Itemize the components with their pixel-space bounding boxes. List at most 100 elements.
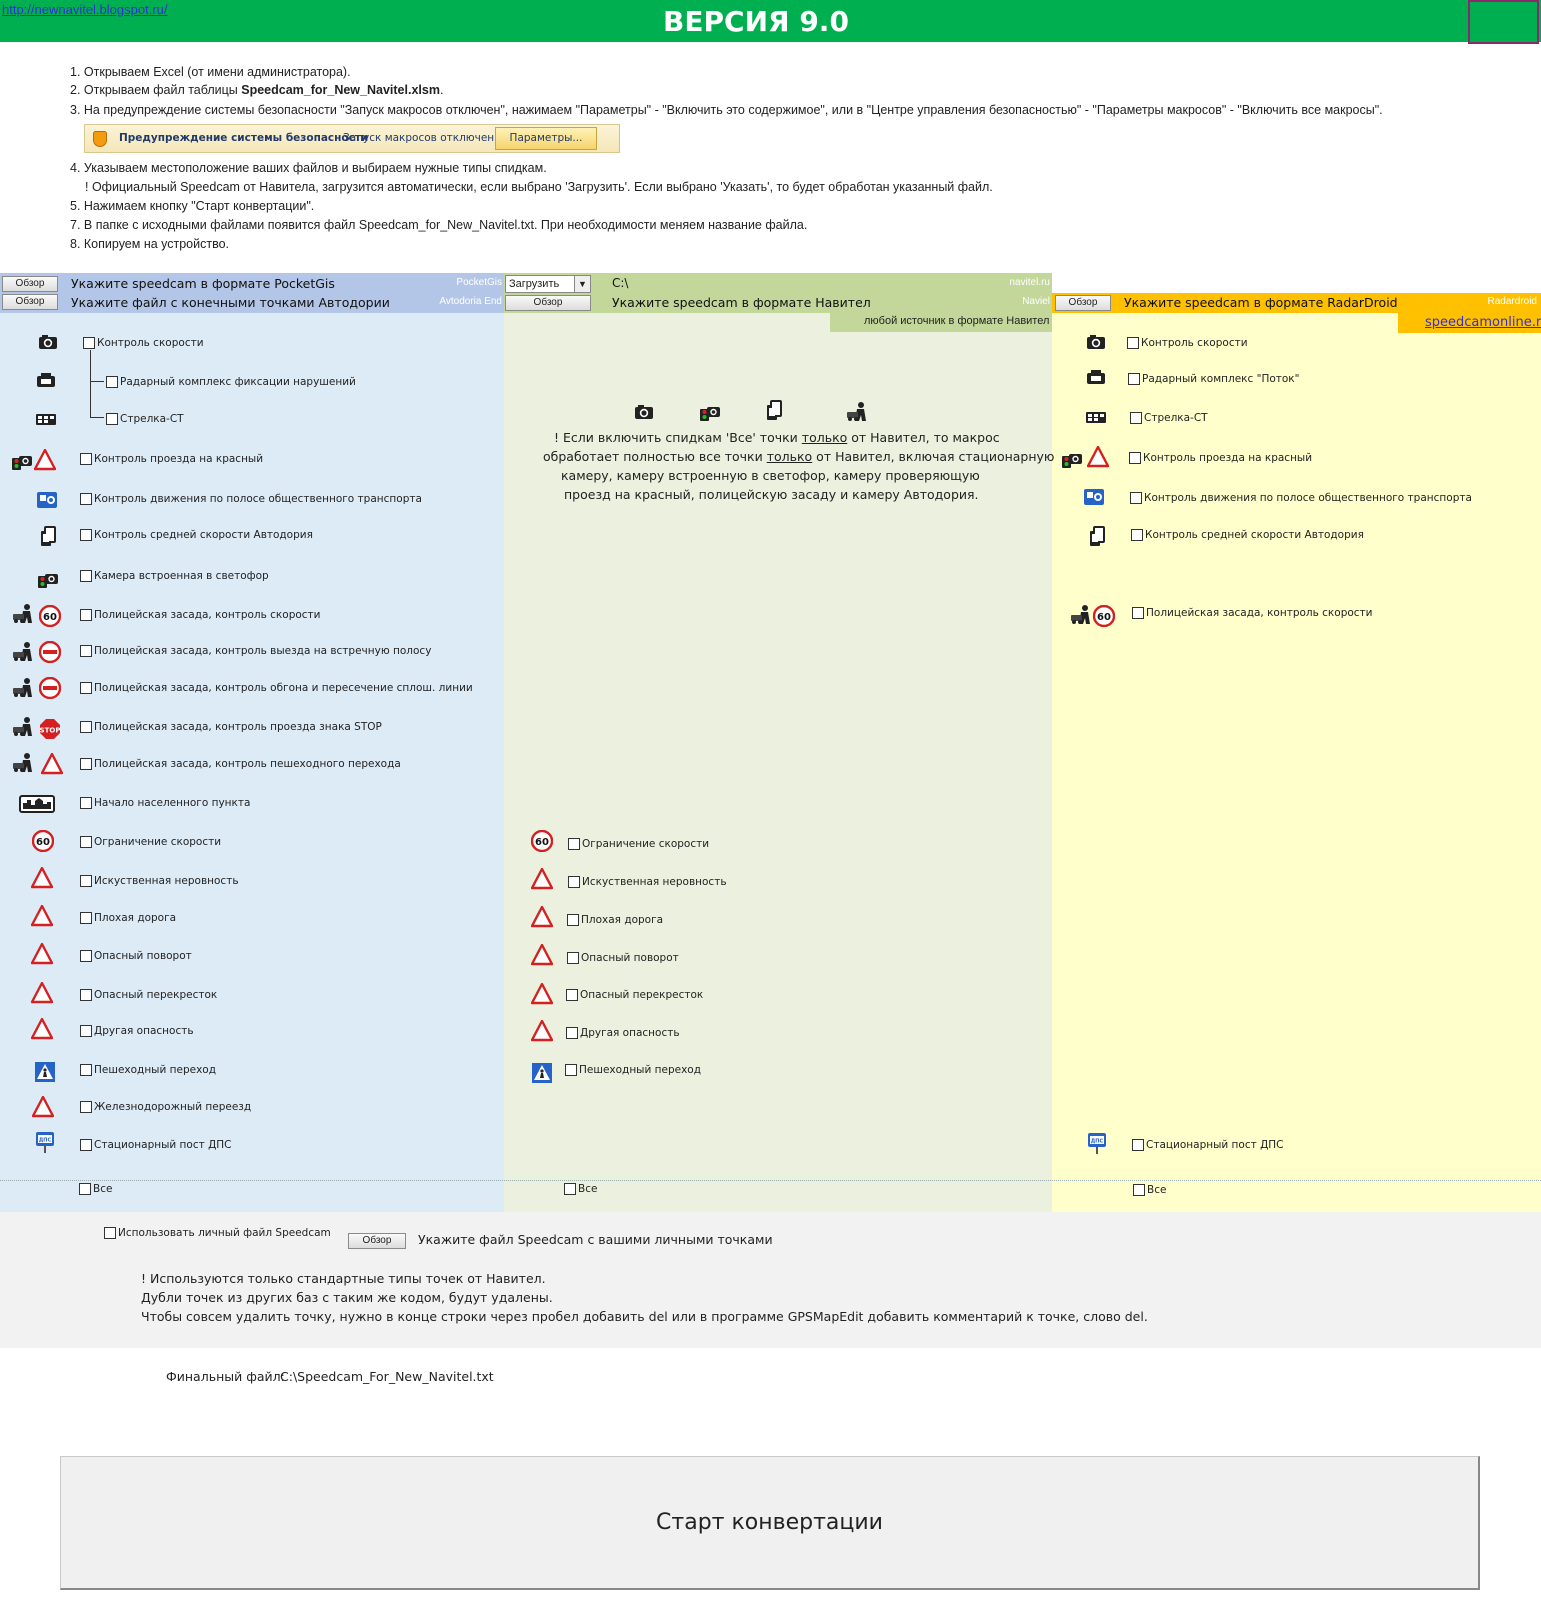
pedestrian-warning-icon bbox=[40, 752, 64, 776]
average-speed-icon bbox=[36, 526, 60, 548]
navitel-browse-button[interactable]: Обзор bbox=[505, 295, 591, 311]
checkbox-speed-control[interactable]: Контроль скорости bbox=[83, 337, 204, 349]
radardroid-checkbox-strelka[interactable]: Стрелка-СТ bbox=[1130, 412, 1208, 424]
radardroid-checkbox-speed-control[interactable]: Контроль скорости bbox=[1127, 337, 1248, 349]
checkbox-use-personal-file[interactable]: Использовать личный файл Speedcam bbox=[104, 1227, 331, 1239]
strelka-icon bbox=[1084, 406, 1108, 428]
tree-connector bbox=[90, 380, 104, 418]
checkbox-pedestrian-crossing[interactable]: Пешеходный переход bbox=[80, 1064, 216, 1076]
radardroid-checkbox-potok[interactable]: Радарный комплекс "Поток" bbox=[1128, 373, 1299, 385]
checkbox-radar-complex[interactable]: Радарный комплекс фиксации нарушений bbox=[106, 376, 356, 388]
instruction-step-7: 7. В папке с исходными файлами появится … bbox=[70, 218, 808, 232]
security-warning-message: Запуск макросов отключен. bbox=[343, 132, 498, 144]
personal-note-2: Дубли точек из других баз с таким же код… bbox=[141, 1290, 553, 1305]
navitel-checkbox-bump[interactable]: Искуственная неровность bbox=[568, 876, 727, 888]
checkbox-dangerous-turn[interactable]: Опасный поворот bbox=[80, 950, 192, 962]
navitel-checkbox-other-danger[interactable]: Другая опасность bbox=[566, 1027, 680, 1039]
radardroid-checkbox-red-light[interactable]: Контроль проезда на красный bbox=[1129, 452, 1312, 464]
security-options-button[interactable]: Параметры... bbox=[495, 127, 597, 150]
start-conversion-button[interactable]: Старт конвертации bbox=[60, 1456, 1480, 1590]
camera-icon bbox=[632, 402, 656, 424]
radardroid-checkbox-avg-speed[interactable]: Контроль средней скорости Автодория bbox=[1131, 529, 1364, 541]
traffic-light-camera-icon bbox=[698, 401, 722, 423]
checkbox-all-pocketgis[interactable]: Все bbox=[79, 1183, 112, 1195]
selected-cell[interactable] bbox=[1468, 0, 1539, 44]
checkbox-bus-lane[interactable]: Контроль движения по полосе общественног… bbox=[80, 493, 422, 505]
shield-icon bbox=[93, 131, 107, 147]
dangerous-turn-icon bbox=[530, 943, 554, 967]
navitel-tag-2: Naviel bbox=[1022, 296, 1050, 307]
navitel-notice-line-4: проезд на красный, полицейскую засаду и … bbox=[564, 487, 979, 502]
camera-icon bbox=[1084, 332, 1108, 354]
checkbox-police-pedestrian[interactable]: Полицейская засада, контроль пешеходного… bbox=[80, 758, 401, 770]
checkbox-police-speed[interactable]: Полицейская засада, контроль скорости bbox=[80, 609, 321, 621]
checkbox-speed-limit[interactable]: Ограничение скорости bbox=[80, 836, 221, 848]
traffic-light-camera-icon bbox=[10, 450, 34, 472]
radardroid-tag: Radardroid bbox=[1487, 296, 1537, 307]
pocketgis-browse-button[interactable]: Обзор bbox=[2, 276, 58, 292]
speedcamonline-link[interactable]: speedcamonline.ru bbox=[1425, 315, 1541, 330]
speed-limit-icon bbox=[530, 829, 554, 853]
instruction-step-4-note: ! Официальный Speedcam от Навитела, загр… bbox=[85, 180, 993, 194]
railway-crossing-icon bbox=[31, 1095, 55, 1119]
checkbox-police-overtake[interactable]: Полицейская засада, контроль обгона и пе… bbox=[80, 682, 473, 694]
checkbox-settlement[interactable]: Начало населенного пункта bbox=[80, 797, 250, 809]
checkbox-avg-speed[interactable]: Контроль средней скорости Автодория bbox=[80, 529, 313, 541]
average-speed-icon bbox=[1085, 526, 1109, 548]
avtodoria-browse-button[interactable]: Обзор bbox=[2, 294, 58, 310]
dps-post-icon bbox=[33, 1130, 57, 1156]
navitel-checkbox-dangerous-turn[interactable]: Опасный поворот bbox=[567, 952, 679, 964]
navitel-any-source: любой источник в формате Навител bbox=[864, 315, 1050, 327]
checkbox-police-oncoming[interactable]: Полицейская засада, контроль выезда на в… bbox=[80, 645, 431, 657]
checkbox-traffic-light-cam[interactable]: Камера встроенная в светофор bbox=[80, 570, 269, 582]
bad-road-icon bbox=[30, 904, 54, 928]
radardroid-checkbox-bus-lane[interactable]: Контроль движения по полосе общественног… bbox=[1130, 492, 1472, 504]
dps-post-icon bbox=[1085, 1131, 1109, 1157]
navitel-checkbox-pedestrian-crossing[interactable]: Пешеходный переход bbox=[565, 1064, 701, 1076]
red-light-warning-icon bbox=[1086, 445, 1110, 469]
checkbox-red-light[interactable]: Контроль проезда на красный bbox=[80, 453, 263, 465]
personal-note-1: ! Используются только стандартные типы т… bbox=[141, 1271, 546, 1286]
police-icon bbox=[12, 676, 36, 700]
pedestrian-crossing-icon bbox=[530, 1061, 554, 1085]
navitel-checkbox-dangerous-crossroad[interactable]: Опасный перекресток bbox=[566, 989, 703, 1001]
instruction-step-5: 5. Нажимаем кнопку "Старт конвертации". bbox=[70, 199, 315, 213]
checkbox-dangerous-crossroad[interactable]: Опасный перекресток bbox=[80, 989, 217, 1001]
navitel-tag: navitel.ru bbox=[1009, 277, 1050, 288]
pocketgis-label: Укажите speedcam в формате PocketGis bbox=[71, 276, 335, 291]
navitel-notice-line-2: обработает полностью все точки только от… bbox=[543, 449, 1055, 464]
bump-icon bbox=[530, 867, 554, 891]
start-conversion-label: Старт конвертации bbox=[656, 1510, 883, 1535]
version-title: ВЕРСИЯ 9.0 bbox=[663, 5, 849, 38]
police-icon bbox=[846, 400, 870, 424]
checkbox-bad-road[interactable]: Плохая дорога bbox=[80, 912, 176, 924]
navitel-source-dropdown[interactable]: Загрузить ▼ bbox=[505, 275, 591, 293]
radardroid-browse-button[interactable]: Обзор bbox=[1055, 295, 1111, 311]
checkbox-strelka[interactable]: Стрелка-СТ bbox=[106, 413, 184, 425]
navitel-checkbox-speed-limit[interactable]: Ограничение скорости bbox=[568, 838, 709, 850]
no-overtaking-icon bbox=[38, 640, 62, 664]
average-speed-icon bbox=[762, 400, 786, 422]
checkbox-dps-post[interactable]: Стационарный пост ДПС bbox=[80, 1139, 232, 1151]
instruction-step-4: 4. Указываем местоположение ваших файлов… bbox=[70, 161, 547, 175]
instruction-step-1: 1. Открываем Excel (от имени администрат… bbox=[70, 65, 351, 79]
checkbox-all-radardroid[interactable]: Все bbox=[1133, 1184, 1166, 1196]
divider bbox=[0, 1180, 1541, 1181]
checkbox-railway[interactable]: Железнодорожный переезд bbox=[80, 1101, 251, 1113]
traffic-light-camera-icon bbox=[36, 568, 60, 590]
speed-limit-icon bbox=[38, 604, 62, 628]
radardroid-checkbox-dps-post[interactable]: Стационарный пост ДПС bbox=[1132, 1139, 1284, 1151]
navitel-checkbox-bad-road[interactable]: Плохая дорога bbox=[567, 914, 663, 926]
personal-browse-button[interactable]: Обзор bbox=[348, 1233, 406, 1249]
pedestrian-crossing-icon bbox=[33, 1060, 57, 1084]
navitel-notice-line-1: ! Если включить спидкам 'Все' точки толь… bbox=[554, 430, 1000, 445]
checkbox-bump[interactable]: Искуственная неровность bbox=[80, 875, 239, 887]
camera-icon bbox=[36, 332, 60, 354]
checkbox-police-stop[interactable]: Полицейская засада, контроль проезда зна… bbox=[80, 721, 382, 733]
security-warning-title: Предупреждение системы безопасности bbox=[119, 132, 369, 144]
checkbox-all-navitel[interactable]: Все bbox=[564, 1183, 597, 1195]
radardroid-checkbox-police-speed[interactable]: Полицейская засада, контроль скорости bbox=[1132, 607, 1373, 619]
security-warning-bar: Предупреждение системы безопасности Запу… bbox=[84, 124, 620, 153]
chevron-down-icon[interactable]: ▼ bbox=[574, 276, 590, 292]
checkbox-other-danger[interactable]: Другая опасность bbox=[80, 1025, 194, 1037]
